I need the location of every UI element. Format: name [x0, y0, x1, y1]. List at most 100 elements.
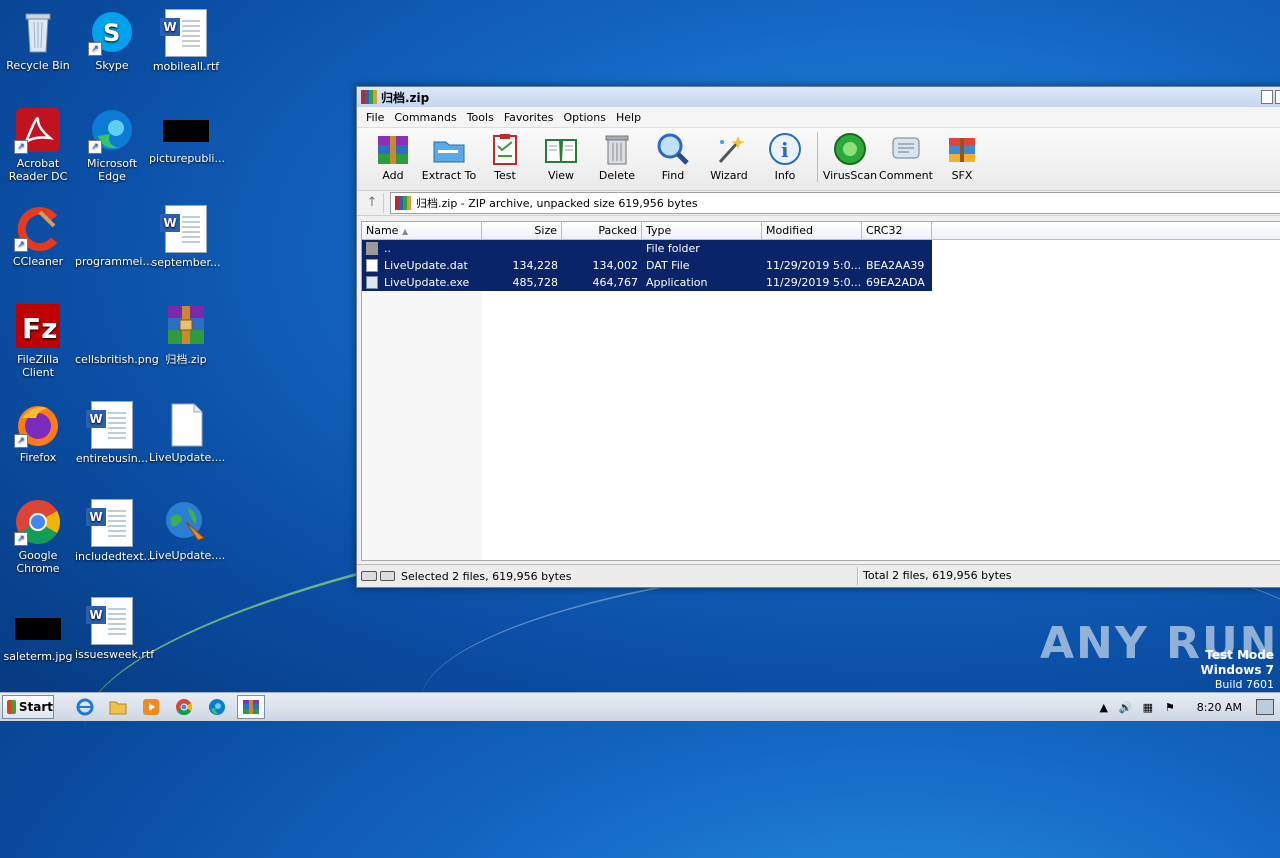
column-header-modified[interactable]: Modified: [762, 222, 862, 239]
toolbar-add-button[interactable]: Add: [365, 132, 421, 182]
desktop-icon-zip-archive[interactable]: 归档.zip: [148, 302, 224, 366]
desktop-icon-cellsbritish[interactable]: cellsbritish.png: [74, 302, 159, 366]
desktop-icon-picturepubli[interactable]: picturepubli...: [148, 106, 225, 165]
desktop-icon-acrobat[interactable]: ↗ Acrobat Reader DC: [0, 106, 76, 183]
taskbar-ie[interactable]: [72, 696, 98, 718]
show-hidden-icons-icon[interactable]: ▲: [1097, 700, 1111, 714]
winrar-icon: [243, 700, 259, 714]
toolbar-comment-button[interactable]: Comment: [878, 132, 934, 182]
desktop-icon-edge[interactable]: ↗ Microsoft Edge: [74, 106, 150, 183]
window-titlebar[interactable]: 归档.zip: [357, 87, 1280, 107]
file-row-liveupdate-dat[interactable]: LiveUpdate.dat 134,228 134,002 DAT File …: [362, 257, 932, 274]
desktop-icon-liveupdate-dat[interactable]: LiveUpdate....: [148, 400, 225, 464]
folder-icon: [366, 242, 378, 255]
desktop-icon-liveupdate-exe[interactable]: LiveUpdate....: [148, 498, 225, 562]
menu-favorites[interactable]: Favorites: [499, 111, 559, 124]
status-total: Total 2 files, 619,956 bytes: [858, 567, 1011, 585]
file-row-parent-folder[interactable]: .. File folder: [362, 240, 932, 257]
taskbar-explorer[interactable]: [105, 696, 131, 718]
svg-text:S: S: [103, 19, 120, 47]
menu-options[interactable]: Options: [559, 111, 611, 124]
minimize-button[interactable]: [1261, 90, 1273, 104]
desktop-icon-issuesweek[interactable]: W issuesweek.rtf: [74, 596, 154, 661]
shortcut-arrow-icon: ↗: [88, 140, 102, 154]
address-field[interactable]: 归档.zip - ZIP archive, unpacked size 619,…: [390, 192, 1280, 214]
menu-bar: File Commands Tools Favorites Options He…: [357, 107, 1280, 128]
toolbar-extract-button[interactable]: Extract To: [421, 132, 477, 182]
menu-tools[interactable]: Tools: [462, 111, 499, 124]
svg-text:Fz: Fz: [22, 312, 57, 345]
toolbar-virusscan-button[interactable]: VirusScan: [822, 132, 878, 182]
desktop-icon-saleterm[interactable]: saleterm.jpg: [0, 604, 76, 663]
desktop-icon-skype[interactable]: S ↗ Skype: [74, 8, 150, 72]
word-doc-icon: W: [86, 499, 136, 547]
desktop-icon-entirebusin[interactable]: W entirebusin...: [74, 400, 150, 465]
start-button[interactable]: Start: [2, 695, 54, 719]
column-header-crc32[interactable]: CRC32: [862, 222, 932, 239]
toolbar: Add Extract To Test View Delete Find Wiz…: [357, 128, 1280, 191]
zip-archive-icon: [395, 196, 411, 210]
column-header-name[interactable]: Name ▲: [362, 222, 482, 239]
taskbar-media-player[interactable]: [138, 696, 164, 718]
shortcut-arrow-icon: ↗: [88, 42, 102, 56]
clock[interactable]: 8:20 AM: [1197, 701, 1242, 714]
column-header-type[interactable]: Type: [642, 222, 762, 239]
up-folder-button[interactable]: ↑: [361, 193, 384, 213]
word-doc-icon: W: [86, 401, 136, 449]
sort-ascending-icon: ▲: [401, 227, 409, 236]
toolbar-view-button[interactable]: View: [533, 132, 589, 182]
shortcut-arrow-icon: ↗: [14, 532, 28, 546]
action-center-flag-icon[interactable]: ⚑: [1163, 700, 1177, 714]
globe-installer-icon: [162, 498, 210, 546]
toolbar-delete-button[interactable]: Delete: [589, 132, 645, 182]
taskbar-chrome[interactable]: [171, 696, 197, 718]
toolbar-info-button[interactable]: i Info: [757, 132, 813, 182]
windows-flag-icon: [7, 700, 16, 714]
volume-icon[interactable]: 🔊: [1119, 700, 1133, 714]
column-header-packed[interactable]: Packed: [562, 222, 642, 239]
file-list-header: Name ▲ Size Packed Type Modified CRC32: [362, 222, 1280, 240]
desktop-icon-recycle-bin[interactable]: Recycle Bin: [0, 8, 76, 72]
desktop-icon-mobileall[interactable]: W mobileall.rtf: [148, 8, 224, 73]
show-desktop-icon[interactable]: [1256, 699, 1274, 715]
folder-icon: [109, 701, 127, 715]
media-player-icon: [143, 699, 159, 715]
menu-file[interactable]: File: [361, 111, 389, 124]
winrar-window[interactable]: 归档.zip File Commands Tools Favorites Opt…: [356, 86, 1280, 588]
network-icon[interactable]: ▦: [1141, 700, 1155, 714]
magnifier-icon: [656, 132, 690, 166]
column-header-size[interactable]: Size: [482, 222, 562, 239]
desktop-icon-september[interactable]: W september...: [148, 204, 224, 269]
file-row-liveupdate-exe[interactable]: LiveUpdate.exe 485,728 464,767 Applicati…: [362, 274, 932, 291]
taskbar-winrar[interactable]: [237, 695, 265, 719]
winrar-app-icon: [361, 90, 377, 104]
desktop-icon-includedtext[interactable]: W includedtext...: [74, 498, 154, 563]
shortcut-arrow-icon: ↗: [14, 238, 28, 252]
toolbar-sfx-button[interactable]: SFX: [934, 132, 990, 182]
toolbar-test-button[interactable]: Test: [477, 132, 533, 182]
svg-text:i: i: [781, 138, 789, 162]
file-list[interactable]: Name ▲ Size Packed Type Modified CRC32 .…: [361, 221, 1280, 561]
test-clipboard-icon: [488, 132, 522, 166]
desktop-icon-chrome[interactable]: ↗ Google Chrome: [0, 498, 76, 575]
menu-help[interactable]: Help: [611, 111, 646, 124]
drive-icon[interactable]: [361, 571, 395, 581]
ccleaner-icon: ↗: [14, 204, 62, 252]
menu-commands[interactable]: Commands: [389, 111, 461, 124]
toolbar-find-button[interactable]: Find: [645, 132, 701, 182]
desktop-icon-programmei[interactable]: programmei...: [74, 204, 153, 268]
maximize-button[interactable]: [1275, 90, 1280, 104]
desktop-icon-ccleaner[interactable]: ↗ CCleaner: [0, 204, 76, 268]
sfx-icon: [945, 132, 979, 166]
taskbar-edge[interactable]: [204, 696, 230, 718]
blank-file-icon: [88, 302, 136, 350]
desktop-icon-firefox[interactable]: ↗ Firefox: [0, 400, 76, 464]
acrobat-icon: ↗: [14, 106, 62, 154]
view-book-icon: [544, 132, 578, 166]
image-thumbnail-icon: [15, 618, 61, 640]
toolbar-separator: [817, 132, 818, 182]
application-icon: [366, 276, 378, 289]
system-tray: ▲ 🔊 ▦ ⚑ 8:20 AM: [1093, 693, 1280, 721]
toolbar-wizard-button[interactable]: Wizard: [701, 132, 757, 182]
desktop-icon-filezilla[interactable]: Fz FileZilla Client: [0, 302, 76, 379]
